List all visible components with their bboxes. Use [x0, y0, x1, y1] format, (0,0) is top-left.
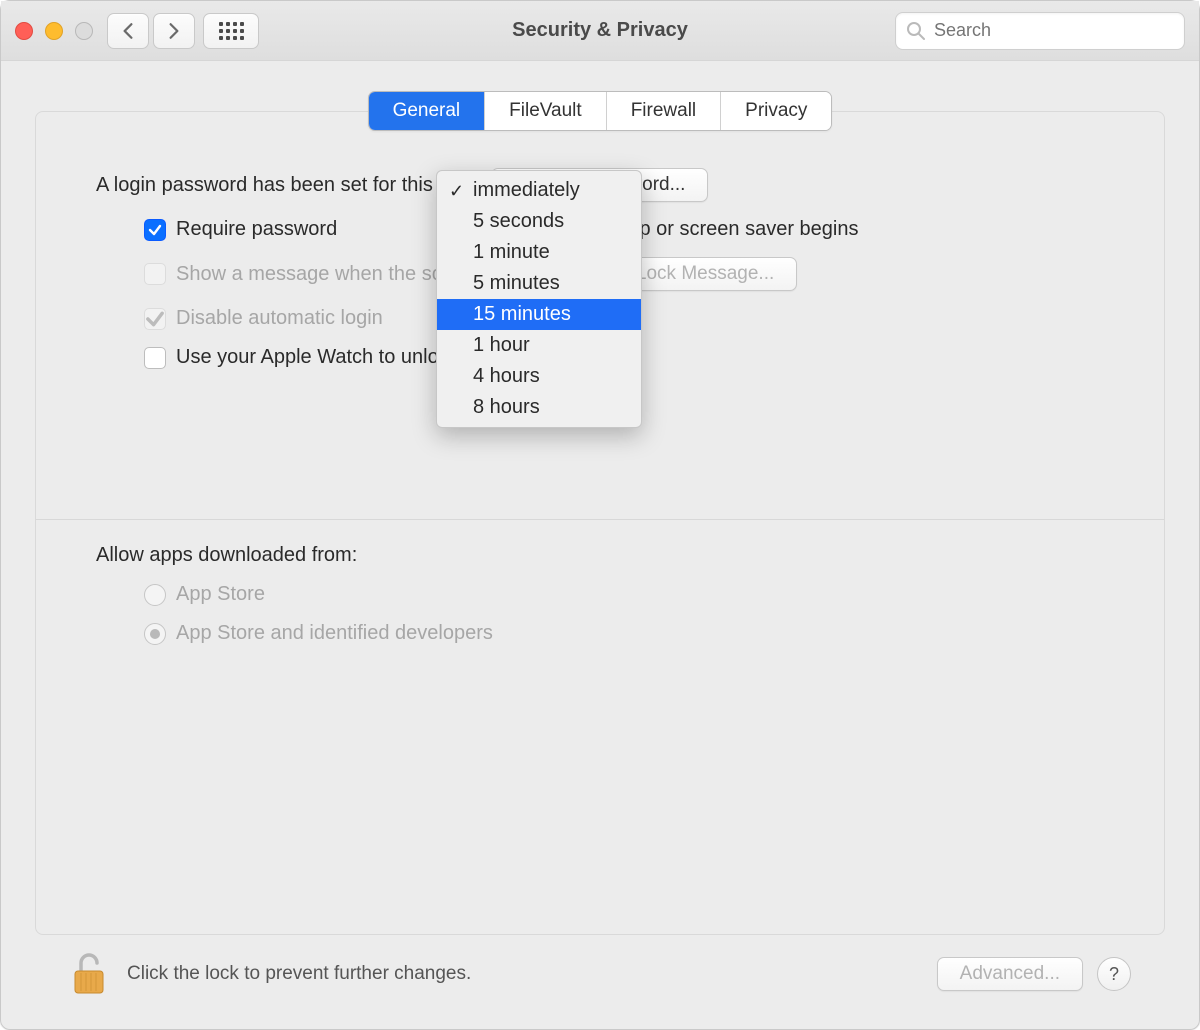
- checkmark-icon: ✓: [449, 181, 464, 202]
- window-controls: [15, 22, 93, 40]
- chevron-left-icon: [121, 22, 135, 40]
- show-all-button[interactable]: [203, 13, 259, 49]
- chevron-right-icon: [167, 22, 181, 40]
- forward-button[interactable]: [153, 13, 195, 49]
- lock-hint-text: Click the lock to prevent further change…: [127, 963, 471, 985]
- disable-auto-login-checkbox: [144, 308, 166, 330]
- back-button[interactable]: [107, 13, 149, 49]
- allow-apps-label: Allow apps downloaded from:: [96, 544, 1104, 567]
- require-password-checkbox[interactable]: [144, 219, 166, 241]
- divider: [36, 519, 1164, 520]
- disable-auto-login-label: Disable automatic login: [176, 307, 383, 330]
- dropdown-option-immediately[interactable]: ✓ immediately: [437, 175, 641, 206]
- apple-watch-checkbox[interactable]: [144, 347, 166, 369]
- minimize-window-button[interactable]: [45, 22, 63, 40]
- tab-privacy[interactable]: Privacy: [721, 92, 831, 130]
- close-window-button[interactable]: [15, 22, 33, 40]
- radio-identified-developers: [144, 623, 166, 645]
- tab-filevault[interactable]: FileVault: [485, 92, 607, 130]
- advanced-button[interactable]: Advanced...: [937, 957, 1083, 991]
- checkmark-icon: [148, 223, 162, 237]
- radio-app-store: [144, 584, 166, 606]
- checkmark-icon: [145, 309, 165, 329]
- dropdown-option-15-minutes[interactable]: 15 minutes: [437, 299, 641, 330]
- dropdown-option-8-hours[interactable]: 8 hours: [437, 392, 641, 423]
- help-button[interactable]: ?: [1097, 957, 1131, 991]
- dropdown-option-5-minutes[interactable]: 5 minutes: [437, 268, 641, 299]
- maximize-window-button[interactable]: [75, 22, 93, 40]
- radio-app-store-label: App Store: [176, 583, 265, 606]
- content-area: General FileVault Firewall Privacy A log…: [1, 61, 1199, 1029]
- grid-icon: [219, 22, 244, 40]
- dropdown-option-1-hour[interactable]: 1 hour: [437, 330, 641, 361]
- dropdown-option-4-hours[interactable]: 4 hours: [437, 361, 641, 392]
- login-password-text: A login password has been set for this u…: [96, 174, 477, 197]
- general-panel: A login password has been set for this u…: [35, 111, 1165, 935]
- search-field[interactable]: [895, 12, 1185, 50]
- search-input[interactable]: [934, 20, 1174, 41]
- dropdown-option-5-seconds[interactable]: 5 seconds: [437, 206, 641, 237]
- require-password-label: Require password: [176, 218, 337, 241]
- preferences-window: Security & Privacy General FileVault Fir…: [0, 0, 1200, 1030]
- search-icon: [906, 21, 926, 41]
- radio-app-store-row: App Store: [96, 583, 1104, 606]
- titlebar: Security & Privacy: [1, 1, 1199, 61]
- tab-bar: General FileVault Firewall Privacy: [368, 91, 833, 131]
- tab-firewall[interactable]: Firewall: [607, 92, 721, 130]
- footer: Click the lock to prevent further change…: [35, 935, 1165, 1013]
- radio-identified-label: App Store and identified developers: [176, 622, 493, 645]
- radio-identified-row: App Store and identified developers: [96, 622, 1104, 645]
- dropdown-option-1-minute[interactable]: 1 minute: [437, 237, 641, 268]
- tab-general[interactable]: General: [369, 92, 486, 130]
- require-password-delay-dropdown[interactable]: ✓ immediately 5 seconds 1 minute 5 minut…: [436, 170, 642, 428]
- unlocked-lock-icon[interactable]: [69, 951, 109, 997]
- show-message-checkbox: [144, 263, 166, 285]
